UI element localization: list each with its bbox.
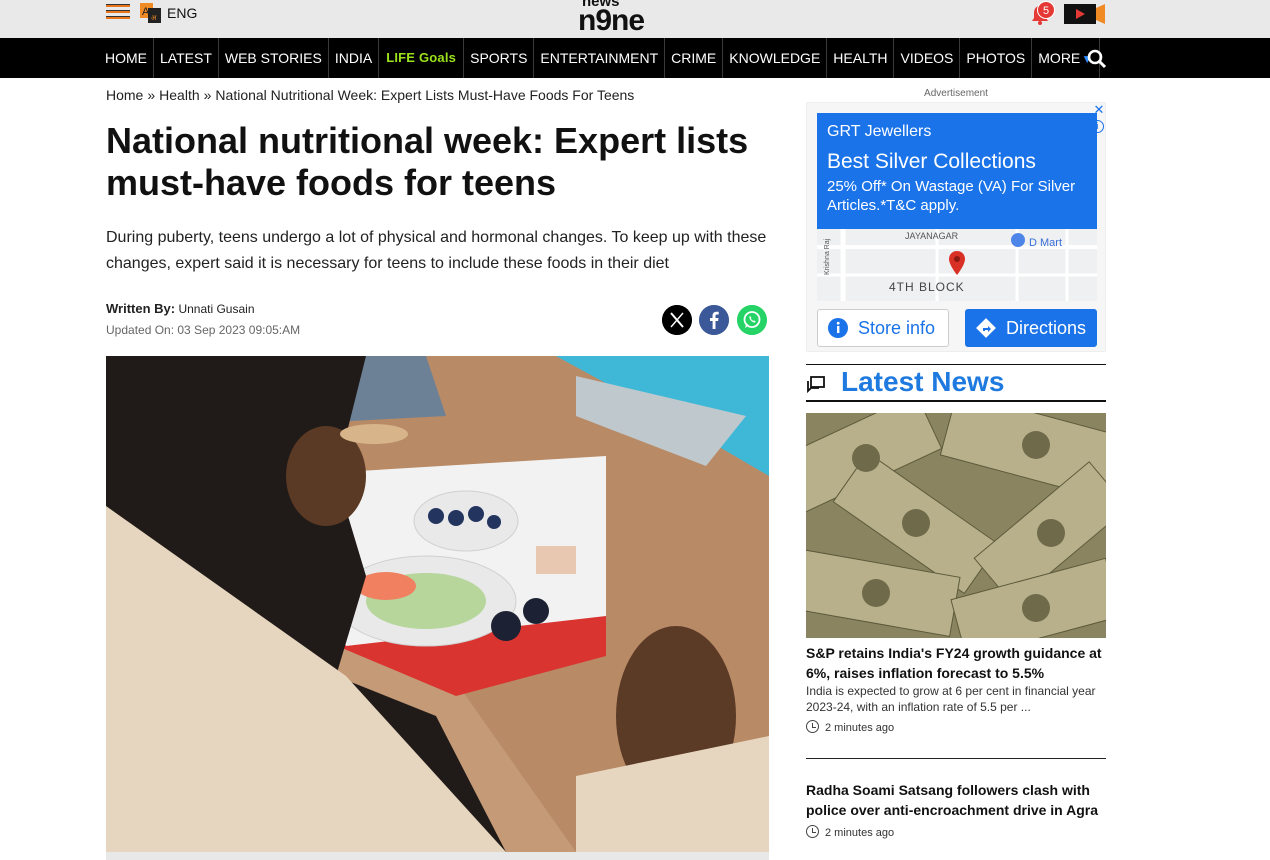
nav-menu: HOME LATEST WEB STORIES INDIA LIFE Goals… [99, 38, 1101, 78]
nav-more-label: MORE [1038, 50, 1081, 66]
nav-item-photos[interactable]: PHOTOS [960, 38, 1033, 78]
map-label-store: D Mart [1029, 237, 1062, 249]
ad-subtitle: 25% Off* On Wastage (VA) For Silver Arti… [827, 178, 1076, 214]
breadcrumb-separator: » [203, 87, 212, 103]
breadcrumb-health[interactable]: Health [159, 87, 199, 103]
ad-map[interactable]: JAYANAGAR 4TH BLOCK D Mart Krishna Raj [817, 229, 1097, 301]
map-label-road: Krishna Raj [824, 238, 831, 275]
advertisement-label: Advertisement [924, 88, 988, 99]
latest-news-time-1-text: 2 minutes ago [825, 722, 895, 734]
map-label-area: JAYANAGAR [905, 231, 959, 241]
latest-news-time-1: 2 minutes ago [806, 720, 894, 734]
breadcrumb-separator: » [147, 87, 156, 103]
breadcrumb-current: National Nutritional Week: Expert Lists … [215, 87, 635, 103]
advertisement-box[interactable]: ✕ i GRT Jewellers Best Silver Collection… [806, 102, 1106, 352]
language-icon[interactable]: A अ [140, 3, 162, 23]
nav-item-videos[interactable]: VIDEOS [894, 38, 961, 78]
latest-news-time-2: 2 minutes ago [806, 825, 894, 839]
latest-news-bottom-rule [806, 400, 1106, 402]
nav-item-web-stories[interactable]: WEB STORIES [219, 38, 329, 78]
map-label-block: 4TH BLOCK [889, 280, 965, 294]
directions-button[interactable]: Directions [965, 309, 1097, 347]
nav-item-knowledge[interactable]: KNOWLEDGE [723, 38, 828, 78]
nav-item-home[interactable]: HOME [99, 38, 154, 78]
nav-item-sports[interactable]: SPORTS [464, 38, 535, 78]
latest-news-title: Latest News [841, 366, 1005, 397]
notification-count-badge: 5 [1037, 1, 1055, 19]
latest-news-image[interactable] [806, 413, 1106, 638]
nav-item-life-goals[interactable]: LIFE Goals [379, 38, 465, 78]
info-icon [828, 318, 848, 338]
hero-caption-bar [106, 852, 769, 860]
nav-item-latest[interactable]: LATEST [154, 38, 219, 78]
nav-item-india[interactable]: INDIA [329, 38, 380, 78]
article-hero-image [106, 356, 769, 852]
video-icon[interactable] [1064, 4, 1106, 24]
article-headline: National nutritional week: Expert lists … [106, 120, 749, 203]
hamburger-menu-icon[interactable] [106, 4, 130, 22]
author-name[interactable]: Unnati Gusain [178, 302, 254, 316]
store-info-button[interactable]: Store info [817, 309, 949, 347]
breadcrumb-home[interactable]: Home [106, 87, 143, 103]
main-navbar: HOME LATEST WEB STORIES INDIA LIFE Goals… [0, 38, 1270, 78]
breadcrumb: Home» Health» National Nutritional Week: E… [106, 87, 634, 103]
language-selector[interactable]: ENG [167, 5, 197, 21]
nav-item-entertainment[interactable]: ENTERTAINMENT [534, 38, 666, 78]
latest-news-description-1: India is expected to grow at 6 per cent … [806, 684, 1096, 714]
latest-news-separator [806, 758, 1106, 759]
latest-news-time-2-text: 2 minutes ago [825, 827, 895, 839]
latest-news-top-rule [806, 364, 1106, 365]
share-x-icon[interactable] [662, 305, 692, 335]
ad-title: Best Silver Collections [827, 150, 1036, 173]
search-icon[interactable] [1087, 49, 1107, 69]
author-label: Written By: [106, 301, 176, 316]
logo-main-text: n9ne [578, 4, 644, 34]
directions-icon [976, 318, 996, 338]
store-info-label: Store info [858, 318, 936, 338]
nav-item-crime[interactable]: CRIME [665, 38, 724, 78]
latest-news-headline-1[interactable]: S&P retains India's FY24 growth guidance… [806, 643, 1106, 683]
ad-banner[interactable]: GRT Jewellers Best Silver Collections 25… [817, 113, 1097, 229]
comment-icon [807, 376, 825, 394]
directions-label: Directions [1006, 318, 1087, 338]
latest-news-headline-2[interactable]: Radha Soami Satsang followers clash with… [806, 780, 1106, 820]
clock-icon [806, 720, 819, 733]
article-author: Written By: Unnati Gusain [106, 301, 255, 316]
news9-logo[interactable]: news n9ne [578, 0, 664, 34]
ad-brand: GRT Jewellers [827, 123, 932, 140]
clock-icon [806, 825, 819, 838]
share-facebook-icon[interactable] [699, 305, 729, 335]
article-updated-date: Updated On: 03 Sep 2023 09:05:AM [106, 323, 301, 337]
top-bar: A अ ENG news n9ne 5 [0, 0, 1270, 38]
article-summary: During puberty, teens undergo a lot of p… [106, 229, 767, 272]
share-whatsapp-icon[interactable] [737, 305, 767, 335]
nav-item-health[interactable]: HEALTH [827, 38, 895, 78]
svg-text:अ: अ [151, 15, 157, 22]
language-icon-glyph: A [142, 6, 150, 18]
